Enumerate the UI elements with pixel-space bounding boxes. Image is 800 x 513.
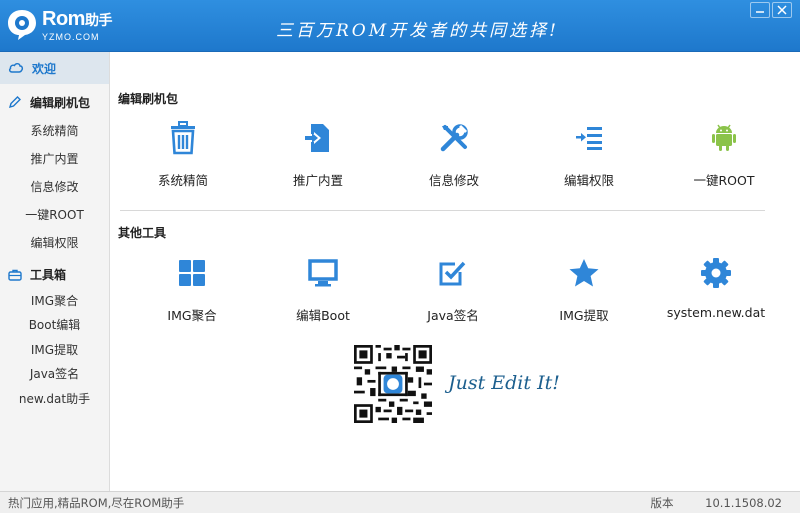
- sidebar-item-label: 欢迎: [32, 61, 57, 76]
- sidebar: 欢迎 编辑刷机包 系统精简 推广内置 信息修改 一键ROOT 编辑权限 工具箱 …: [0, 52, 110, 491]
- tool-label: 系统精简: [157, 173, 208, 188]
- version-number: 10.1.1508.02: [705, 496, 782, 510]
- close-button[interactable]: [772, 2, 792, 18]
- logo-icon: [8, 10, 36, 40]
- tool-label: system.new.dat: [666, 305, 766, 320]
- android-icon: [712, 124, 736, 151]
- tool-promo-builtin[interactable]: 推广内置: [253, 120, 383, 189]
- tool-label: IMG提取: [559, 308, 609, 323]
- tool-one-key-root[interactable]: 一键ROOT: [659, 120, 789, 189]
- sidebar-item-edit-permissions[interactable]: 编辑权限: [0, 228, 109, 256]
- tool-img-extract[interactable]: IMG提取: [519, 255, 649, 324]
- window-controls: [750, 2, 792, 18]
- sidebar-item-system-slim[interactable]: 系统精简: [0, 116, 109, 144]
- file-import-icon: [305, 124, 329, 152]
- app-logo: Rom助手 YZMO.COM: [6, 6, 114, 46]
- slogan: 三百万ROM开发者的共同选择!: [276, 21, 559, 41]
- tool-info-edit[interactable]: 信息修改: [389, 120, 519, 189]
- sidebar-group-toolbox[interactable]: 工具箱: [0, 260, 109, 288]
- sidebar-item-img-extract[interactable]: IMG提取: [0, 337, 109, 362]
- sidebar-group-label: 编辑刷机包: [30, 95, 91, 110]
- sidebar-item-img-merge[interactable]: IMG聚合: [0, 288, 109, 313]
- sidebar-item-one-key-root[interactable]: 一键ROOT: [0, 200, 109, 228]
- tool-edit-permissions[interactable]: 编辑权限: [524, 120, 654, 189]
- sidebar-item-newdat-helper[interactable]: new.dat助手: [0, 386, 109, 411]
- logo-text: Rom助手: [42, 8, 112, 30]
- sidebar-group-edit-package[interactable]: 编辑刷机包: [0, 88, 109, 116]
- indent-list-icon: [576, 127, 602, 150]
- tool-label: 推广内置: [292, 173, 343, 188]
- status-message: 热门应用,精品ROM,尽在ROM助手: [8, 495, 185, 510]
- tool-label: 一键ROOT: [693, 173, 755, 188]
- sidebar-group-label: 工具箱: [30, 267, 67, 282]
- tool-edit-boot[interactable]: 编辑Boot: [258, 255, 388, 324]
- close-icon: [777, 5, 787, 15]
- trash-icon: [171, 121, 195, 155]
- tools-icon: [440, 124, 468, 152]
- minimize-button[interactable]: [750, 2, 770, 18]
- main-panel: 编辑刷机包 系统精简 推广内置 信息修改 编辑权限 一键ROOT 其他工具 IM…: [110, 52, 800, 491]
- tool-img-merge[interactable]: IMG聚合: [127, 255, 257, 324]
- tool-label: 编辑Boot: [296, 308, 350, 323]
- section-title-other-tools: 其他工具: [118, 226, 167, 240]
- tool-label: 编辑权限: [563, 173, 614, 188]
- windows-grid-icon: [179, 260, 205, 286]
- toolbox-icon: [8, 269, 22, 281]
- tool-java-sign[interactable]: Java签名: [388, 255, 518, 324]
- sidebar-item-boot-edit[interactable]: Boot编辑: [0, 313, 109, 338]
- gear-icon: [701, 258, 731, 288]
- pencil-icon: [8, 96, 21, 109]
- logo-subtitle: YZMO.COM: [42, 32, 100, 42]
- check-square-icon: [439, 261, 466, 286]
- qr-code: [354, 345, 432, 423]
- status-bar: 热门应用,精品ROM,尽在ROM助手 版本 10.1.1508.02: [0, 491, 800, 513]
- version-label: 版本: [650, 496, 674, 510]
- title-bar: Rom助手 YZMO.COM 三百万ROM开发者的共同选择!: [0, 0, 800, 52]
- section-title-edit-package: 编辑刷机包: [118, 92, 179, 106]
- version-info: 版本 10.1.1508.02: [651, 495, 782, 511]
- section-divider: [120, 210, 765, 211]
- tagline: Just Edit It!: [448, 372, 560, 394]
- monitor-icon: [308, 259, 338, 287]
- tool-label: 信息修改: [428, 173, 479, 188]
- sidebar-item-promo-builtin[interactable]: 推广内置: [0, 144, 109, 172]
- tool-system-new-dat[interactable]: system.new.dat: [651, 255, 781, 320]
- tool-label: Java签名: [427, 308, 479, 323]
- minimize-icon: [756, 11, 764, 13]
- star-icon: [569, 259, 599, 287]
- cloud-icon: [8, 62, 24, 73]
- tool-system-slim[interactable]: 系统精简: [118, 120, 248, 189]
- sidebar-item-welcome[interactable]: 欢迎: [0, 52, 109, 84]
- sidebar-item-info-edit[interactable]: 信息修改: [0, 172, 109, 200]
- tool-label: IMG聚合: [167, 308, 217, 323]
- sidebar-item-java-sign[interactable]: Java签名: [0, 362, 109, 387]
